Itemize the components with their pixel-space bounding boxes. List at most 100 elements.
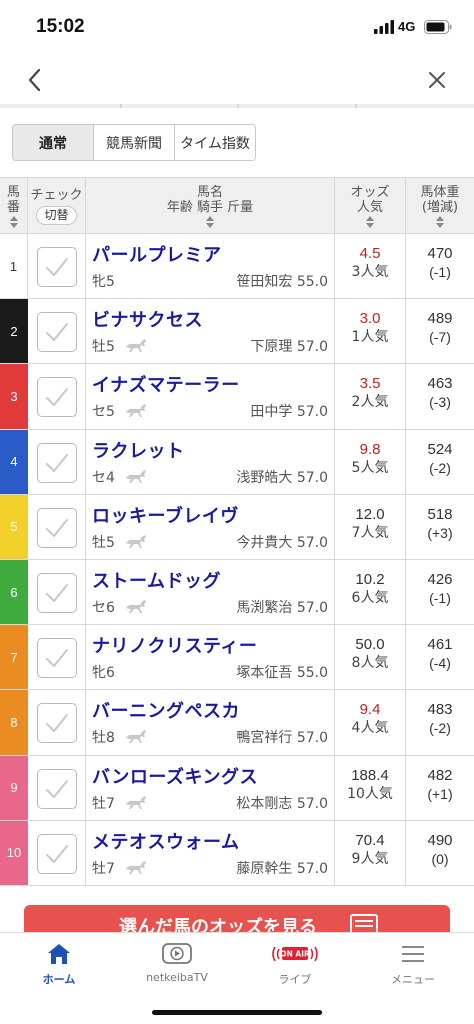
table-row[interactable]: 6 ストームドッグ セ6 馬渕繁治 57.0 10.2 6人気 426 (-1)	[0, 559, 474, 626]
horse-checkbox[interactable]	[37, 377, 77, 418]
sort-icon	[436, 215, 444, 228]
horse-name-link[interactable]: ラクレット	[92, 437, 185, 463]
checkmark-icon	[46, 453, 68, 472]
horse-name-link[interactable]: ナリノクリスティー	[92, 632, 257, 658]
popularity: 8人気	[351, 655, 389, 672]
odds-cell: 70.4 9人気	[335, 820, 406, 885]
col-odds[interactable]: オッズ 人気	[335, 178, 406, 234]
body-weight-cell: 463 (-3)	[406, 364, 474, 428]
jockey-weight: 下原理 57.0	[250, 339, 328, 356]
odds-value: 4.5	[359, 245, 381, 262]
popularity: 3人気	[351, 264, 389, 280]
horse-checkbox[interactable]	[37, 442, 77, 483]
horse-number: 8	[0, 690, 28, 755]
body-weight: 482	[427, 766, 453, 784]
tab-live[interactable]: ON AIR ライブ	[236, 933, 354, 993]
col-horse-name[interactable]: 馬名 年齢 騎手 斤量	[86, 178, 335, 234]
jockey-weight: 藤原幹生 57.0	[236, 860, 328, 877]
body-weight: 490	[427, 831, 453, 849]
check-toggle-button[interactable]: 切替	[36, 205, 77, 225]
close-icon[interactable]	[425, 68, 449, 92]
weight-diff: (-2)	[429, 459, 451, 476]
horse-icon	[126, 860, 146, 874]
sex-age: 牡7	[92, 860, 115, 877]
back-chevron-icon[interactable]	[24, 64, 48, 96]
table-row[interactable]: 7 ナリノクリスティー 牝6 塚本征吾 55.0 50.0 8人気 461 (-4)	[0, 625, 474, 691]
odds-value: 70.4	[355, 831, 385, 849]
checkmark-icon	[46, 583, 68, 602]
table-row[interactable]: 9 バンローズキングス 牡7 松本剛志 57.0 188.4 10人気 482 (+1)	[0, 755, 474, 821]
view-selected-odds-button[interactable]: 選んだ馬のオッズを見る	[24, 905, 450, 935]
checkmark-icon	[46, 649, 68, 668]
table-row[interactable]: 1 パールプレミア 牝5 笹田知宏 55.0 4.5 3人気 470 (-1)	[0, 234, 474, 300]
tab-netkeibatv[interactable]: netkeibaTV	[118, 933, 236, 993]
tab-home[interactable]: ホーム	[0, 933, 118, 993]
horse-name-link[interactable]: バーニングペスカ	[92, 697, 240, 723]
horse-checkbox[interactable]	[37, 703, 77, 744]
horse-name-cell: ラクレット セ4 浅野皓大 57.0	[86, 429, 335, 494]
odds-cell: 9.8 5人気	[335, 429, 406, 494]
horse-name-link[interactable]: イナズマテーラー	[92, 371, 240, 397]
network-type: 4G	[398, 19, 416, 34]
table-row[interactable]: 8 バーニングペスカ 牡8 鴨宮祥行 57.0 9.4 4人気 483 (-2)	[0, 690, 474, 756]
tv-play-icon	[162, 943, 192, 964]
horse-number: 2	[0, 299, 28, 364]
tab-menu[interactable]: メニュー	[354, 933, 472, 993]
horse-name-link[interactable]: ビナサクセス	[92, 306, 203, 332]
horse-number: 1	[0, 234, 28, 299]
horse-checkbox[interactable]	[37, 768, 77, 809]
body-weight-cell: 483 (-2)	[406, 690, 474, 754]
tab-normal[interactable]: 通常	[13, 125, 94, 160]
table-row[interactable]: 10 メテオスウォーム 牡7 藤原幹生 57.0 70.4 9人気 490 (0)	[0, 820, 474, 886]
tab-time-index[interactable]: タイム指数	[175, 125, 255, 160]
horse-checkbox[interactable]	[37, 572, 77, 613]
horse-checkbox[interactable]	[37, 638, 77, 679]
col-check: チェック 切替	[28, 178, 86, 234]
table-row[interactable]: 3 イナズマテーラー セ5 田中学 57.0 3.5 2人気 463 (-3)	[0, 364, 474, 430]
odds-cell: 3.0 1人気	[335, 299, 406, 364]
horse-name-link[interactable]: バンローズキングス	[92, 763, 258, 789]
horse-checkbox[interactable]	[37, 312, 77, 353]
checkmark-icon	[46, 258, 68, 276]
odds-cell: 4.5 3人気	[335, 234, 406, 299]
tab-newspaper[interactable]: 競馬新聞	[94, 125, 175, 160]
check-cell	[28, 625, 86, 690]
horse-name-link[interactable]: ストームドッグ	[92, 567, 221, 593]
horse-name-cell: ビナサクセス牡5 下原理 57.0	[86, 299, 335, 364]
table-row[interactable]: 5 ロッキーブレイヴ 牡5 今井貴大 57.0 12.0 7人気 518 (+3)	[0, 494, 474, 560]
horse-name-link[interactable]: パールプレミア	[92, 241, 222, 267]
horse-icon	[126, 730, 146, 744]
popularity: 9人気	[351, 850, 389, 867]
body-weight-cell: 482 (+1)	[406, 756, 474, 820]
home-icon	[48, 944, 70, 964]
sex-age: 牡5	[92, 339, 115, 356]
horse-name-cell: ロッキーブレイヴ 牡5 今井貴大 57.0	[86, 494, 335, 559]
horse-name-link[interactable]: メテオスウォーム	[92, 828, 239, 854]
body-weight-cell: 461 (-4)	[406, 625, 474, 689]
checkmark-icon	[46, 323, 68, 342]
horse-checkbox[interactable]	[37, 833, 77, 874]
horse-checkbox[interactable]	[37, 507, 77, 548]
body-weight-cell: 489 (-7)	[406, 299, 474, 363]
horse-name-cell: イナズマテーラー セ5 田中学 57.0	[86, 364, 335, 429]
home-indicator	[152, 1010, 322, 1015]
body-weight: 463	[427, 375, 453, 393]
sex-age: 牡8	[92, 730, 115, 747]
horse-checkbox[interactable]	[37, 247, 77, 287]
popularity: 6人気	[351, 589, 389, 606]
body-weight: 483	[427, 701, 453, 719]
checkmark-icon	[46, 714, 68, 733]
sort-icon	[206, 215, 214, 228]
checkmark-icon	[46, 518, 68, 537]
body-weight: 426	[427, 570, 453, 588]
table-row[interactable]: 4 ラクレット セ4 浅野皓大 57.0 9.8 5人気 524 (-2)	[0, 429, 474, 495]
horse-number: 10	[0, 820, 28, 885]
menu-icon	[402, 946, 424, 962]
col-body-weight[interactable]: 馬体重 (増減)	[406, 178, 474, 234]
table-row[interactable]: 2 ビナサクセス牡5 下原理 57.0 3.0 1人気 489 (-7)	[0, 299, 474, 365]
body-weight: 461	[427, 636, 453, 654]
checkmark-icon	[46, 388, 68, 407]
sex-age: セ5	[92, 404, 115, 421]
horse-name-link[interactable]: ロッキーブレイヴ	[92, 502, 239, 528]
col-number[interactable]: 馬 番	[0, 178, 28, 234]
